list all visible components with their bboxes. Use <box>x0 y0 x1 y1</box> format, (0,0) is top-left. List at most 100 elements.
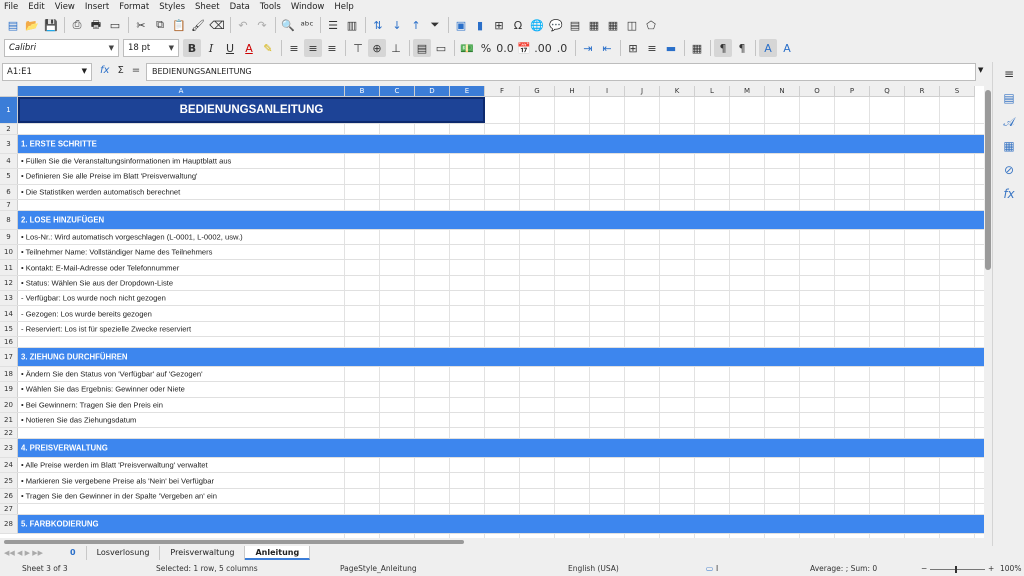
conditional-format-icon[interactable]: ▦ <box>688 39 706 57</box>
sort-descending-icon[interactable]: ↑ <box>407 16 425 34</box>
menu-item-data[interactable]: Data <box>230 2 250 12</box>
row-header[interactable]: 10 <box>0 245 18 260</box>
row-header[interactable]: 28 <box>0 515 18 534</box>
comment-icon[interactable]: 💬 <box>547 16 565 34</box>
row-cells[interactable] <box>18 337 984 347</box>
language[interactable]: English (USA) <box>568 564 619 573</box>
print-icon[interactable]: 🖶 <box>87 16 105 34</box>
add-decimal-icon[interactable]: .00 <box>534 39 552 57</box>
column-header-j[interactable]: J <box>625 86 660 97</box>
font-color-icon[interactable]: A <box>240 39 258 57</box>
tab-anleitung[interactable]: Anleitung <box>245 546 311 560</box>
hyperlink-icon[interactable]: 🌐 <box>528 16 546 34</box>
export-pdf-icon[interactable]: ⎙ <box>68 16 86 34</box>
paste-icon[interactable]: 📋 <box>170 16 188 34</box>
row-header[interactable]: 21 <box>0 412 18 428</box>
row-header[interactable]: 6 <box>0 184 18 199</box>
headers-footers-icon[interactable]: ▤ <box>566 16 584 34</box>
find-replace-icon[interactable]: 🔍 <box>279 16 297 34</box>
column-header-f[interactable]: F <box>485 86 520 97</box>
row-cells[interactable]: • Wählen Sie das Ergebnis: Gewinner oder… <box>18 382 984 396</box>
horizontal-scrollbar[interactable] <box>0 538 984 546</box>
menu-item-format[interactable]: Format <box>119 2 149 12</box>
zoom-in-icon[interactable]: + <box>988 564 994 573</box>
name-box[interactable]: A1:E1 ▼ <box>2 63 92 81</box>
row-cells[interactable]: • Bei Gewinnern: Tragen Sie den Preis ei… <box>18 398 984 412</box>
open-icon[interactable]: 📂 <box>23 16 41 34</box>
chevron-down-icon[interactable]: ▼ <box>82 67 87 75</box>
chevron-down-icon[interactable]: ▼ <box>169 44 174 52</box>
menu-item-window[interactable]: Window <box>291 2 325 12</box>
column-header-r[interactable]: R <box>905 86 940 97</box>
number-format-icon[interactable]: 0.0 <box>496 39 514 57</box>
menu-icon[interactable]: ≡ <box>993 62 1024 86</box>
row-header[interactable]: 1 <box>0 97 18 123</box>
row-cells[interactable]: • Status: Wählen Sie aus der Dropdown-Li… <box>18 276 984 290</box>
row-header[interactable]: 25 <box>0 473 18 488</box>
spreadsheet-grid[interactable]: ABCDEFGHIJKLMNOPQRS 1 BEDIENUNGSANLEITUNG… <box>0 86 984 538</box>
tab-navigation[interactable]: ◀◀ ◀ ▶ ▶▶ <box>0 549 60 557</box>
row-cells[interactable] <box>18 200 984 210</box>
define-print-area-icon[interactable]: ▦ <box>585 16 603 34</box>
column-header-b[interactable]: B <box>345 86 380 97</box>
row-cells[interactable]: • Ändern Sie den Status von 'Verfügbar' … <box>18 367 984 381</box>
autofilter-icon[interactable]: ⏷ <box>426 16 444 34</box>
row-cells[interactable]: • Füllen Sie die Veranstaltungsinformati… <box>18 154 984 168</box>
menu-item-styles[interactable]: Styles <box>159 2 185 12</box>
scrollbar-thumb[interactable] <box>4 540 464 544</box>
column-header-i[interactable]: I <box>590 86 625 97</box>
redo-icon[interactable]: ↷ <box>253 16 271 34</box>
row-cells[interactable]: • Kontakt: E-Mail-Adresse oder Telefonnu… <box>18 260 984 274</box>
row-header[interactable]: 19 <box>0 382 18 397</box>
column-header-o[interactable]: O <box>800 86 835 97</box>
align-bottom-icon[interactable]: ⊥ <box>387 39 405 57</box>
row-header[interactable]: 16 <box>0 336 18 347</box>
align-center-icon[interactable]: ≡ <box>304 39 322 57</box>
properties-icon[interactable]: ▤ <box>993 86 1024 110</box>
row-cells[interactable]: 4. PREISVERWALTUNG <box>18 439 984 458</box>
undo-icon[interactable]: ↶ <box>234 16 252 34</box>
print-preview-icon[interactable]: ▭ <box>106 16 124 34</box>
align-left-icon[interactable]: ≡ <box>285 39 303 57</box>
tab-losverlosung[interactable]: Losverlosung <box>87 546 161 560</box>
styles-icon[interactable]: 𝒜 <box>993 110 1024 134</box>
delete-decimal-icon[interactable]: .0 <box>553 39 571 57</box>
sort-icon[interactable]: ⇅ <box>369 16 387 34</box>
selection-mode-icon[interactable]: ▭ <box>706 564 713 573</box>
chevron-down-icon[interactable]: ▼ <box>109 44 114 52</box>
column-header-p[interactable]: P <box>835 86 870 97</box>
row-cells[interactable]: • Tragen Sie den Gewinner in der Spalte … <box>18 489 984 503</box>
percent-format-icon[interactable]: % <box>477 39 495 57</box>
functions-icon[interactable]: fx <box>993 182 1024 206</box>
row-header[interactable]: 3 <box>0 135 18 153</box>
column-header-h[interactable]: H <box>555 86 590 97</box>
row-header[interactable]: 23 <box>0 439 18 458</box>
row-header[interactable]: 24 <box>0 458 18 473</box>
row-header[interactable]: 27 <box>0 504 18 515</box>
underline-icon[interactable]: U <box>221 39 239 57</box>
date-format-icon[interactable]: 📅 <box>515 39 533 57</box>
pivot-table-icon[interactable]: ⊞ <box>490 16 508 34</box>
border-color-icon[interactable]: ▬ <box>662 39 680 57</box>
zoom-slider-knob[interactable] <box>955 566 957 573</box>
column-header-c[interactable]: C <box>380 86 415 97</box>
zoom-level[interactable]: 100% <box>1000 564 1021 573</box>
vertical-scrollbar[interactable] <box>984 86 992 538</box>
expand-formula-icon[interactable]: ▼ <box>978 66 983 74</box>
row-header[interactable]: 20 <box>0 397 18 412</box>
sort-ascending-icon[interactable]: ↓ <box>388 16 406 34</box>
column-header-k[interactable]: K <box>660 86 695 97</box>
align-right-icon[interactable]: ≡ <box>323 39 341 57</box>
row-cells[interactable]: 1. ERSTE SCHRITTE <box>18 135 984 153</box>
sum-icon[interactable]: Σ <box>117 65 123 76</box>
show-draw-functions-icon[interactable]: ⬠ <box>642 16 660 34</box>
column-header-q[interactable]: Q <box>870 86 905 97</box>
row-cells[interactable]: • Teilnehmer Name: Vollständiger Name de… <box>18 245 984 259</box>
left-to-right-icon[interactable]: ¶ <box>714 39 732 57</box>
row-header[interactable]: 5 <box>0 169 18 184</box>
row-cells[interactable]: - Reserviert: Los ist für spezielle Zwec… <box>18 322 984 336</box>
border-style-icon[interactable]: ≡ <box>643 39 661 57</box>
row-cells[interactable]: 5. FARBKODIERUNG <box>18 515 984 534</box>
row-cells[interactable]: 2. LOSE HINZUFÜGEN <box>18 210 984 229</box>
menu-item-file[interactable]: File <box>4 2 18 12</box>
